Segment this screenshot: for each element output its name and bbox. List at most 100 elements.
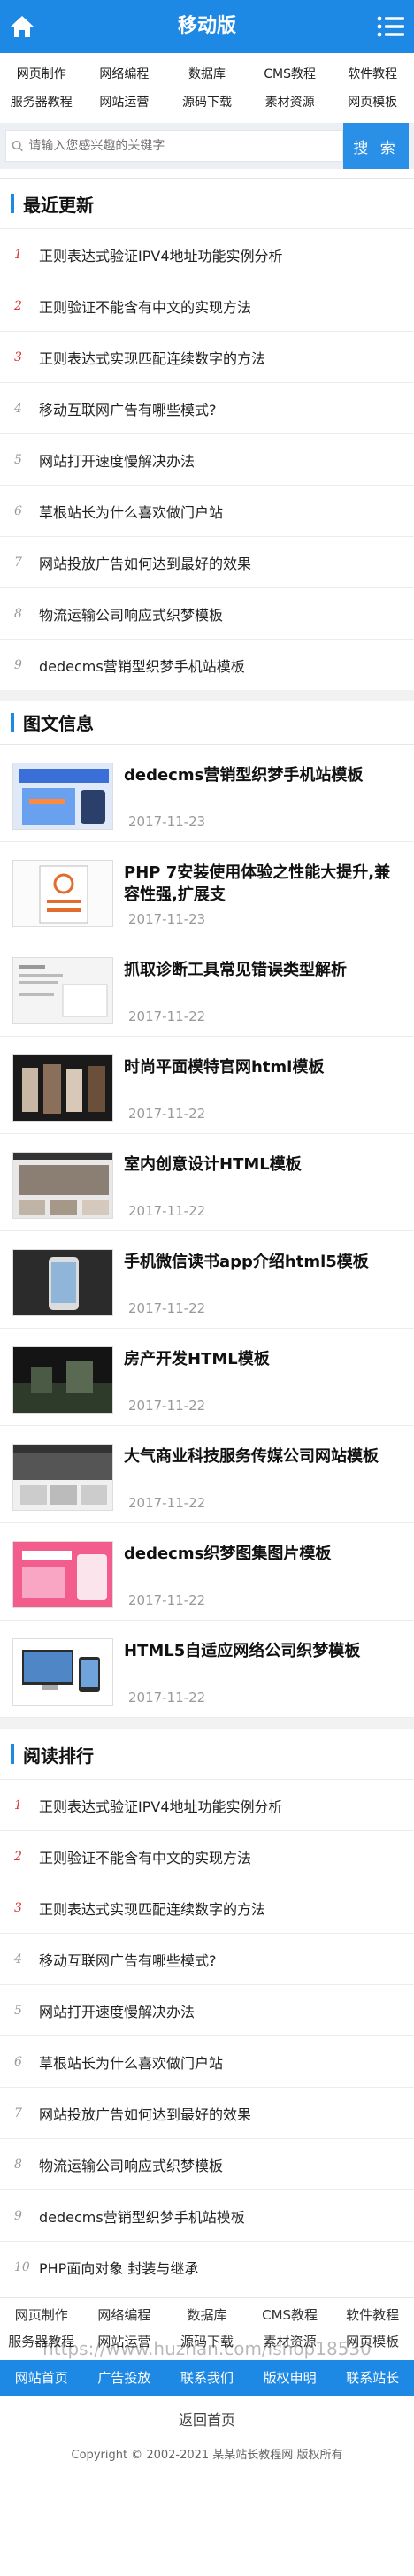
list-item[interactable]: 9 dedecms营销型织梦手机站模板 bbox=[0, 2189, 414, 2241]
article-thumbnail[interactable] bbox=[12, 763, 113, 830]
list-item[interactable]: 1 正则表达式验证IPV4地址功能实例分析 bbox=[0, 1779, 414, 1830]
footer-link[interactable]: 联系我们 bbox=[165, 2360, 249, 2396]
image-article[interactable]: PHP 7安装使用体验之性能大提升,兼容性强,扩展支 2017-11-23 bbox=[0, 842, 414, 939]
list-link[interactable]: 网站打开速度慢解决办法 bbox=[39, 449, 195, 471]
image-article[interactable]: 抓取诊断工具常见错误类型解析 2017-11-22 bbox=[0, 939, 414, 1037]
article-title[interactable]: 时尚平面模特官网html模板 bbox=[124, 1056, 405, 1078]
search-input[interactable] bbox=[27, 138, 342, 154]
article-title[interactable]: 房产开发HTML模板 bbox=[124, 1348, 405, 1370]
list-link[interactable]: 正则表达式实现匹配连续数字的方法 bbox=[39, 1898, 265, 1919]
image-article[interactable]: dedecms营销型织梦手机站模板 2017-11-23 bbox=[0, 745, 414, 842]
nav-item[interactable]: CMS教程 bbox=[249, 60, 332, 89]
article-title[interactable]: 室内创意设计HTML模板 bbox=[124, 1154, 405, 1176]
image-article[interactable]: 手机微信读书app介绍html5模板 2017-11-22 bbox=[0, 1231, 414, 1329]
list-number: 8 bbox=[14, 606, 22, 621]
image-article[interactable]: dedecms织梦图集图片模板 2017-11-22 bbox=[0, 1523, 414, 1621]
article-date: 2017-11-22 bbox=[128, 1203, 206, 1219]
list-link[interactable]: 草根站长为什么喜欢做门户站 bbox=[39, 501, 223, 522]
footer-link[interactable]: 广告投放 bbox=[83, 2360, 166, 2396]
footer-nav-item[interactable]: 网络编程 bbox=[83, 2302, 166, 2328]
list-link[interactable]: PHP面向对象 封装与继承 bbox=[39, 2257, 198, 2278]
article-date: 2017-11-22 bbox=[128, 1592, 206, 1608]
article-title[interactable]: dedecms织梦图集图片模板 bbox=[124, 1543, 405, 1565]
list-link[interactable]: 正则表达式验证IPV4地址功能实例分析 bbox=[39, 244, 283, 265]
list-link[interactable]: 网站投放广告如何达到最好的效果 bbox=[39, 2103, 251, 2124]
article-thumbnail[interactable] bbox=[12, 1541, 113, 1608]
article-thumbnail[interactable] bbox=[12, 1054, 113, 1122]
article-thumbnail[interactable] bbox=[12, 1152, 113, 1219]
list-item[interactable]: 7 网站投放广告如何达到最好的效果 bbox=[0, 536, 414, 587]
list-link[interactable]: 网站投放广告如何达到最好的效果 bbox=[39, 552, 251, 573]
footer-nav-item[interactable]: 数据库 bbox=[165, 2302, 249, 2328]
list-item[interactable]: 2 正则验证不能含有中文的实现方法 bbox=[0, 280, 414, 331]
footer-nav-item[interactable]: 软件教程 bbox=[331, 2302, 414, 2328]
list-link[interactable]: 网站打开速度慢解决办法 bbox=[39, 2000, 195, 2021]
list-number: 5 bbox=[14, 2003, 22, 2018]
ranking-list: 1 正则表达式验证IPV4地址功能实例分析 2 正则验证不能含有中文的实现方法 3 正… bbox=[0, 1779, 414, 2292]
list-link[interactable]: 草根站长为什么喜欢做门户站 bbox=[39, 2051, 223, 2073]
article-thumbnail[interactable] bbox=[12, 1444, 113, 1511]
list-item[interactable]: 5 网站打开速度慢解决办法 bbox=[0, 1984, 414, 2036]
article-title[interactable]: PHP 7安装使用体验之性能大提升,兼容性强,扩展支 bbox=[124, 862, 405, 906]
article-thumbnail[interactable] bbox=[12, 957, 113, 1024]
nav-item[interactable]: 网络编程 bbox=[83, 60, 166, 89]
article-title[interactable]: 大气商业科技服务传媒公司网站模板 bbox=[124, 1445, 405, 1468]
list-link[interactable]: 正则验证不能含有中文的实现方法 bbox=[39, 1846, 251, 1867]
article-title[interactable]: 手机微信读书app介绍html5模板 bbox=[124, 1251, 405, 1273]
menu-icon[interactable] bbox=[375, 12, 407, 42]
footer-nav-item[interactable]: CMS教程 bbox=[249, 2302, 332, 2328]
article-thumbnail[interactable] bbox=[12, 860, 113, 927]
list-item[interactable]: 6 草根站长为什么喜欢做门户站 bbox=[0, 485, 414, 536]
article-thumbnail[interactable] bbox=[12, 1346, 113, 1414]
back-home-link[interactable]: 返回首页 bbox=[0, 2396, 414, 2438]
search-bar: 搜 索 bbox=[0, 123, 414, 169]
image-article[interactable]: 房产开发HTML模板 2017-11-22 bbox=[0, 1329, 414, 1426]
list-item[interactable]: 6 草根站长为什么喜欢做门户站 bbox=[0, 2036, 414, 2087]
footer-link[interactable]: 联系站长 bbox=[331, 2360, 414, 2396]
list-item[interactable]: 7 网站投放广告如何达到最好的效果 bbox=[0, 2087, 414, 2138]
nav-item[interactable]: 数据库 bbox=[165, 60, 249, 89]
article-thumbnail[interactable] bbox=[12, 1249, 113, 1316]
article-title[interactable]: dedecms营销型织梦手机站模板 bbox=[124, 764, 405, 786]
nav-item[interactable]: 网站运营 bbox=[83, 89, 166, 116]
list-item[interactable]: 8 物流运输公司响应式织梦模板 bbox=[0, 587, 414, 639]
list-item[interactable]: 1 正则表达式验证IPV4地址功能实例分析 bbox=[0, 228, 414, 280]
list-item[interactable]: 3 正则表达式实现匹配连续数字的方法 bbox=[0, 331, 414, 382]
nav-item[interactable]: 软件教程 bbox=[331, 60, 414, 89]
footer-link[interactable]: 版权申明 bbox=[249, 2360, 332, 2396]
list-item[interactable]: 10 PHP面向对象 封装与继承 bbox=[0, 2241, 414, 2292]
list-link[interactable]: 正则表达式实现匹配连续数字的方法 bbox=[39, 347, 265, 368]
nav-item[interactable]: 网页模板 bbox=[331, 89, 414, 116]
article-thumbnail[interactable] bbox=[12, 1638, 113, 1706]
nav-item[interactable]: 素材资源 bbox=[249, 89, 332, 116]
list-link[interactable]: dedecms营销型织梦手机站模板 bbox=[39, 2205, 245, 2227]
list-item[interactable]: 4 移动互联网广告有哪些模式? bbox=[0, 382, 414, 433]
article-title[interactable]: HTML5自适应网络公司织梦模板 bbox=[124, 1640, 405, 1662]
list-link[interactable]: 物流运输公司响应式织梦模板 bbox=[39, 2154, 223, 2175]
image-article[interactable]: HTML5自适应网络公司织梦模板 2017-11-22 bbox=[0, 1621, 414, 1718]
list-item[interactable]: 5 网站打开速度慢解决办法 bbox=[0, 433, 414, 485]
image-article[interactable]: 大气商业科技服务传媒公司网站模板 2017-11-22 bbox=[0, 1426, 414, 1523]
list-item[interactable]: 3 正则表达式实现匹配连续数字的方法 bbox=[0, 1882, 414, 1933]
list-link[interactable]: 正则验证不能含有中文的实现方法 bbox=[39, 295, 251, 317]
list-link[interactable]: 移动互联网广告有哪些模式? bbox=[39, 1949, 217, 1970]
article-title[interactable]: 抓取诊断工具常见错误类型解析 bbox=[124, 959, 405, 981]
list-number: 5 bbox=[14, 452, 22, 467]
footer-nav-item[interactable]: 网页制作 bbox=[0, 2302, 83, 2328]
image-article[interactable]: 时尚平面模特官网html模板 2017-11-22 bbox=[0, 1037, 414, 1134]
nav-item[interactable]: 服务器教程 bbox=[0, 89, 83, 116]
nav-item[interactable]: 源码下载 bbox=[165, 89, 249, 116]
search-button[interactable]: 搜 索 bbox=[343, 123, 409, 169]
list-item[interactable]: 4 移动互联网广告有哪些模式? bbox=[0, 1933, 414, 1984]
list-link[interactable]: dedecms营销型织梦手机站模板 bbox=[39, 655, 245, 676]
nav-item[interactable]: 网页制作 bbox=[0, 60, 83, 89]
list-item[interactable]: 2 正则验证不能含有中文的实现方法 bbox=[0, 1830, 414, 1882]
list-link[interactable]: 正则表达式验证IPV4地址功能实例分析 bbox=[39, 1795, 283, 1816]
list-number: 3 bbox=[14, 1900, 22, 1915]
list-link[interactable]: 物流运输公司响应式织梦模板 bbox=[39, 603, 223, 625]
list-item[interactable]: 9 dedecms营销型织梦手机站模板 bbox=[0, 639, 414, 690]
image-article[interactable]: 室内创意设计HTML模板 2017-11-22 bbox=[0, 1134, 414, 1231]
list-item[interactable]: 8 物流运输公司响应式织梦模板 bbox=[0, 2138, 414, 2189]
footer-link[interactable]: 网站首页 bbox=[0, 2360, 83, 2396]
list-link[interactable]: 移动互联网广告有哪些模式? bbox=[39, 398, 217, 419]
